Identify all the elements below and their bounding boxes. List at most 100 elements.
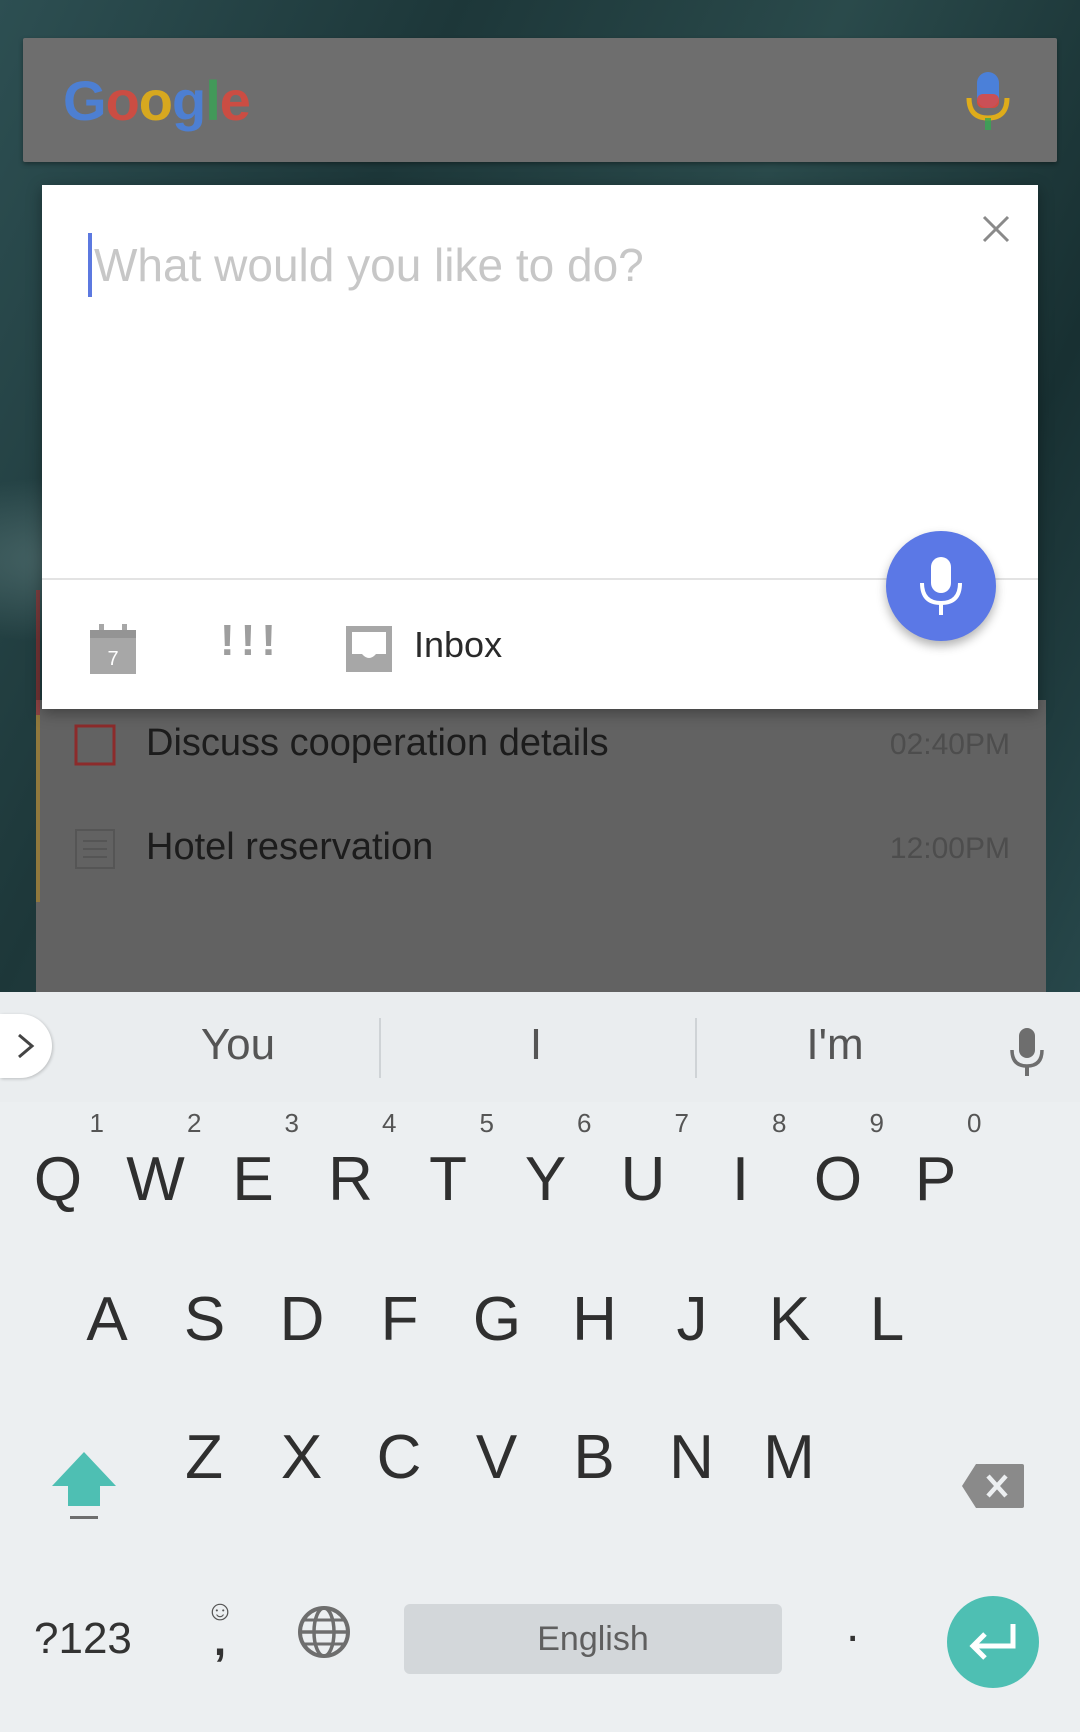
task-time: 12:00PM [889,832,1010,865]
key-n[interactable]: N [640,1386,744,1506]
key-e[interactable]: E3 [201,1108,305,1228]
logo-letter: o [105,69,140,132]
close-icon[interactable] [976,209,1016,249]
key-letter: Q [33,1145,83,1214]
task-title: Hotel reservation [146,826,434,868]
note-icon[interactable] [74,828,116,870]
key-l[interactable]: L [835,1248,939,1368]
key-v[interactable]: V [445,1386,549,1506]
voice-input-button[interactable] [886,531,996,641]
key-letter: E [232,1145,274,1214]
comma-emoji-key[interactable]: ☺ , [200,1596,240,1663]
key-letter: W [126,1145,185,1214]
key-b[interactable]: B [542,1386,646,1506]
calendar-day: 7 [107,648,118,670]
key-letter: N [669,1423,714,1492]
key-letter: T [429,1145,467,1214]
key-f[interactable]: F [348,1248,452,1368]
key-letter: X [280,1423,323,1492]
key-number-hint: 9 [869,1108,884,1138]
mic-icon[interactable] [1007,1026,1047,1078]
key-p[interactable]: P0 [884,1108,988,1228]
key-j[interactable]: J [640,1248,744,1368]
key-letter: H [572,1285,617,1354]
text-caret [88,233,92,297]
logo-letter: l [205,69,221,132]
key-letter: M [763,1423,815,1492]
suggestion-separator [379,1018,381,1078]
task-row[interactable]: Discuss cooperation details 02:40PM [36,700,1046,790]
suggestion-strip: You I I'm [0,992,1080,1102]
expand-suggestions-button[interactable] [0,1014,52,1078]
priority-button[interactable]: !!! [220,616,282,666]
period-key[interactable]: . [846,1598,859,1653]
key-letter: O [813,1145,863,1214]
key-letter: V [475,1423,518,1492]
key-i[interactable]: I8 [689,1108,793,1228]
key-number-hint: 2 [187,1108,202,1138]
key-q[interactable]: Q1 [6,1108,110,1228]
key-letter: P [914,1145,957,1214]
key-r[interactable]: R4 [299,1108,403,1228]
key-letter: J [676,1285,708,1354]
key-k[interactable]: K [738,1248,842,1368]
logo-letter: o [138,69,173,132]
key-number-hint: 5 [479,1108,494,1138]
key-number-hint: 1 [89,1108,104,1138]
key-letter: S [183,1285,226,1354]
key-x[interactable]: X [250,1386,354,1506]
key-letter: K [768,1285,811,1354]
key-number-hint: 7 [674,1108,689,1138]
key-z[interactable]: Z [152,1386,256,1506]
shift-icon[interactable] [48,1450,120,1524]
logo-letter: e [219,69,251,132]
key-letter: D [279,1285,325,1354]
backspace-icon[interactable] [960,1462,1026,1510]
task-row[interactable]: Hotel reservation 12:00PM [36,804,1046,894]
task-list: Discuss cooperation details 02:40PM Hote… [36,590,1046,992]
key-y[interactable]: Y6 [494,1108,598,1228]
key-number-hint: 8 [772,1108,787,1138]
key-g[interactable]: G [445,1248,549,1368]
key-h[interactable]: H [543,1248,647,1368]
task-title: Discuss cooperation details [146,722,609,764]
task-input-wrapper[interactable] [88,229,948,301]
key-c[interactable]: C [347,1386,451,1506]
suggestion-1[interactable]: You [108,1020,368,1070]
task-input[interactable] [94,229,944,301]
key-t[interactable]: T5 [396,1108,500,1228]
list-selector[interactable]: Inbox [414,624,502,666]
checkbox-icon[interactable] [74,724,116,766]
key-letter: R [328,1145,373,1214]
logo-letter: G [63,69,107,132]
mic-icon [920,557,962,615]
google-search-bar[interactable]: Google [23,38,1057,162]
spacebar[interactable]: English [404,1604,782,1674]
enter-key[interactable] [947,1596,1039,1688]
key-u[interactable]: U7 [591,1108,695,1228]
calendar-icon[interactable]: 7 [88,624,138,676]
symbols-key[interactable]: ?123 [34,1614,132,1664]
key-a[interactable]: A [55,1248,159,1368]
key-d[interactable]: D [250,1248,354,1368]
key-letter: L [869,1285,905,1354]
google-logo: Google [63,68,251,133]
key-number-hint: 6 [577,1108,592,1138]
key-m[interactable]: M [737,1386,841,1506]
key-o[interactable]: O9 [786,1108,890,1228]
globe-icon[interactable] [296,1604,352,1660]
key-w[interactable]: W2 [104,1108,208,1228]
suggestion-3[interactable]: I'm [705,1020,965,1070]
key-s[interactable]: S [153,1248,257,1368]
soft-keyboard: You I I'm Q1W2E3R4T5Y6U7I8O9P0ASDFGHJKLZ… [0,992,1080,1732]
key-letter: C [376,1423,422,1492]
key-letter: B [573,1423,615,1492]
key-letter: Y [524,1145,567,1214]
key-letter: A [86,1285,128,1354]
google-mic-icon[interactable] [963,70,1013,132]
inbox-icon[interactable] [344,624,394,674]
key-number-hint: 3 [284,1108,299,1138]
suggestion-2[interactable]: I [406,1020,666,1070]
key-letter: I [731,1145,750,1214]
chevron-right-icon [18,1033,35,1059]
